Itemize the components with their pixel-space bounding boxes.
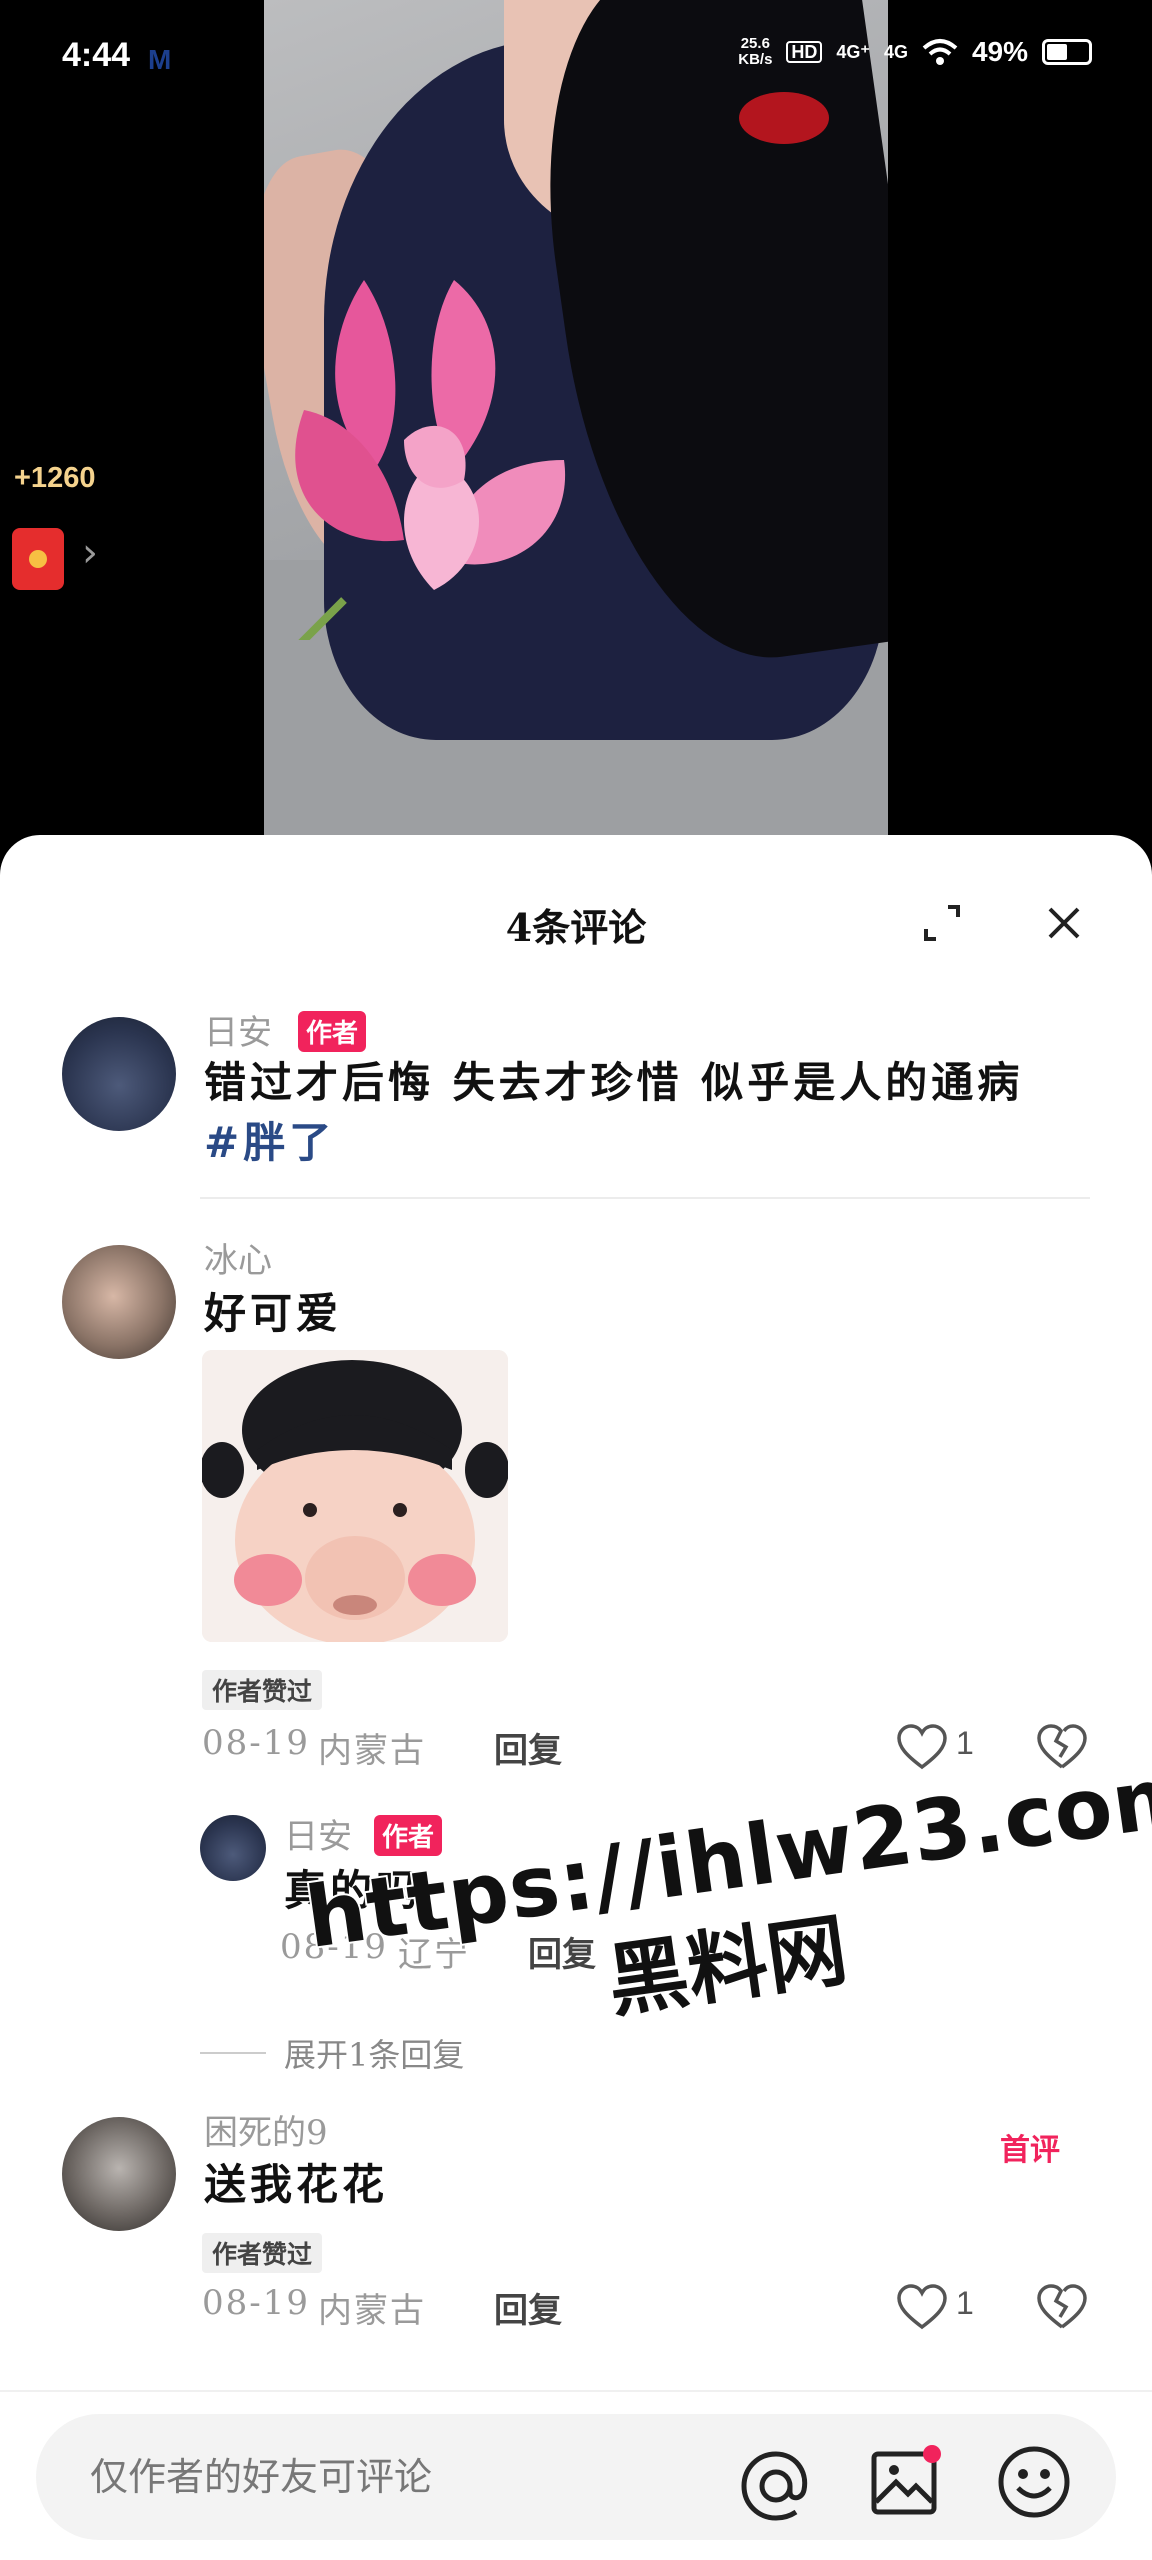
comment-text: 送我花花 bbox=[204, 2160, 389, 2209]
comment-username[interactable]: 困死的9 bbox=[204, 2105, 328, 2154]
coin-counter: +1260 bbox=[14, 462, 96, 494]
comment-input[interactable] bbox=[36, 2414, 1116, 2540]
author-badge: 作者 bbox=[374, 1815, 443, 1856]
author-badge: 作者 bbox=[298, 1011, 367, 1052]
comment-location: 内蒙古 bbox=[318, 1731, 426, 1771]
status-bar: 4:44 M 25.6 KB/s HD 4G⁺ 4G 49% bbox=[0, 0, 1152, 120]
chevron-right-icon[interactable]: › bbox=[82, 530, 98, 576]
at-mention-icon[interactable] bbox=[738, 2448, 814, 2524]
reply-username[interactable]: 日安 bbox=[284, 1809, 352, 1858]
comment-username[interactable]: 日安 bbox=[204, 1005, 272, 1054]
heart-icon[interactable] bbox=[896, 2283, 948, 2331]
signal-4g-icon: 4G⁺ bbox=[836, 42, 870, 62]
app-notification-icon: M bbox=[148, 44, 172, 75]
dislike-icon[interactable] bbox=[1036, 2283, 1088, 2331]
divider bbox=[200, 2052, 266, 2054]
expand-replies-label[interactable]: 展开1条回复 bbox=[284, 2030, 464, 2076]
comment-text: 好可爱 bbox=[204, 1289, 343, 1338]
expand-icon[interactable] bbox=[922, 903, 962, 943]
system-status-icons: 25.6 KB/s HD 4G⁺ 4G 49% bbox=[738, 36, 1092, 68]
comment-location: 内蒙古 bbox=[318, 2291, 426, 2331]
lotus-flower-image bbox=[295, 280, 566, 640]
reply-button[interactable]: 回复 bbox=[494, 1723, 562, 1772]
video-player[interactable]: 4:44 M 25.6 KB/s HD 4G⁺ 4G 49% +1260 › bbox=[0, 0, 1152, 840]
emoji-icon[interactable] bbox=[996, 2444, 1072, 2520]
comment-input-bar bbox=[0, 2390, 1152, 2560]
network-speed: 25.6 KB/s bbox=[738, 35, 773, 68]
comment-username[interactable]: 冰心 bbox=[204, 1233, 272, 1282]
image-icon[interactable] bbox=[870, 2444, 942, 2518]
like-count: 1 bbox=[956, 2285, 974, 2321]
hd-call-icon: HD bbox=[786, 41, 823, 63]
avatar[interactable] bbox=[62, 1245, 176, 1359]
divider bbox=[200, 1197, 1090, 1199]
like-count: 1 bbox=[956, 1725, 974, 1761]
reply-text: 真的吗 bbox=[284, 1866, 423, 1915]
reply-button[interactable]: 回复 bbox=[528, 1927, 596, 1976]
comment-text: 错过才后悔 失去才珍惜 似乎是人的通病 #胖了 bbox=[204, 1058, 1024, 1167]
reply-location: 辽宁 bbox=[398, 1935, 470, 1975]
avatar[interactable] bbox=[62, 1017, 176, 1131]
battery-icon bbox=[1042, 39, 1092, 65]
author-liked-badge: 作者赞过 bbox=[202, 2233, 323, 2273]
comment-count-title: 4条评论 bbox=[505, 905, 647, 950]
first-comment-badge: 首评 bbox=[978, 2119, 1060, 2169]
dislike-icon[interactable] bbox=[1036, 1723, 1088, 1771]
close-icon[interactable] bbox=[1044, 903, 1084, 943]
battery-percentage: 49% bbox=[971, 36, 1028, 67]
avatar[interactable] bbox=[200, 1815, 266, 1881]
reply-date: 08-19 bbox=[280, 1927, 389, 1967]
comment-date: 08-19 bbox=[202, 2283, 311, 2323]
author-liked-badge: 作者赞过 bbox=[202, 1670, 323, 1710]
wifi-icon bbox=[922, 39, 958, 65]
comment-sheet: 4条评论 日安 作者 错过才后悔 失去才珍惜 似乎是人的通病 #胖了 冰心 好可… bbox=[0, 835, 1152, 2560]
heart-icon[interactable] bbox=[896, 1723, 948, 1771]
avatar[interactable] bbox=[62, 2117, 176, 2231]
comment-sticker-image[interactable] bbox=[202, 1350, 508, 1642]
hashtag-link[interactable]: #胖了 bbox=[204, 1118, 335, 1167]
signal-4g-icon-2: 4G bbox=[883, 42, 908, 62]
clock: 4:44 bbox=[62, 36, 131, 74]
video-frame[interactable] bbox=[264, 0, 888, 836]
reply-button[interactable]: 回复 bbox=[494, 2283, 562, 2332]
expand-replies-button[interactable]: 展开1条回复 bbox=[200, 2030, 464, 2076]
comment-date: 08-19 bbox=[202, 1723, 311, 1763]
red-envelope-icon[interactable] bbox=[12, 528, 64, 590]
